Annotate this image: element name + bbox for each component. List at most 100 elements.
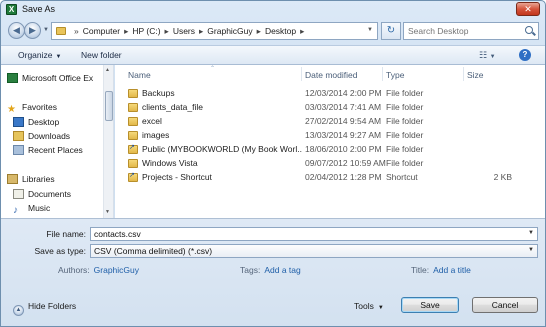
column-header-size[interactable]: Size xyxy=(467,65,484,83)
scroll-down-icon[interactable]: ▼ xyxy=(105,209,110,215)
file-date: 02/04/2012 1:28 PM xyxy=(305,172,382,182)
breadcrumb-drive[interactable]: HP (C:) xyxy=(132,26,160,36)
filename-input[interactable] xyxy=(91,228,521,240)
back-button[interactable]: ◀ xyxy=(8,22,25,39)
search-icon[interactable] xyxy=(525,26,533,34)
nav-item-label: Libraries xyxy=(22,174,55,184)
navigation-scrollbar[interactable]: ▲ ▼ xyxy=(103,65,113,218)
file-date: 09/07/2012 10:59 AM xyxy=(305,158,386,168)
file-type: Shortcut xyxy=(386,172,418,182)
file-row[interactable]: Projects - Shortcut 02/04/2012 1:28 PM S… xyxy=(115,171,545,185)
filename-combobox[interactable]: ▼ xyxy=(90,227,538,241)
column-header-type[interactable]: Type xyxy=(386,65,404,83)
folder-icon xyxy=(56,27,66,35)
file-name: Public (MYBOOKWORLD (My Book Worl... xyxy=(142,144,302,154)
help-button[interactable]: ? xyxy=(519,49,531,61)
folder-icon xyxy=(128,131,138,140)
file-name: excel xyxy=(142,116,162,126)
hide-folders-label: Hide Folders xyxy=(28,301,77,311)
view-list-icon: ☷ xyxy=(479,50,488,60)
nav-item-label: Music xyxy=(28,203,51,213)
file-list: ⌃ Name Date modified Type Size Backups 1… xyxy=(115,65,545,218)
nav-item-music[interactable]: ♪ Music xyxy=(13,203,51,216)
new-folder-button[interactable]: New folder xyxy=(81,50,122,60)
file-date: 13/03/2014 9:27 AM xyxy=(305,130,382,140)
tags-value[interactable]: Add a tag xyxy=(264,265,300,275)
scrollbar-thumb[interactable] xyxy=(105,91,113,121)
breadcrumb: » Computer ▸ HP (C:) ▸ Users ▸ GraphicGuy ▸ Deskt… xyxy=(70,26,308,37)
breadcrumb-user[interactable]: GraphicGuy xyxy=(207,26,252,36)
chevron-down-icon[interactable]: ▼ xyxy=(528,247,534,253)
nav-item-documents[interactable]: Documents xyxy=(13,189,71,199)
title-value[interactable]: Add a title xyxy=(433,265,471,275)
file-type: File folder xyxy=(386,158,424,168)
documents-icon xyxy=(13,189,24,199)
column-divider[interactable] xyxy=(463,67,464,81)
command-toolbar: Organize ▼ New folder ☷ ▼ ? xyxy=(1,45,545,65)
chevron-right-icon[interactable]: ▸ xyxy=(257,26,261,36)
save-button[interactable]: Save xyxy=(401,297,459,313)
file-date: 12/03/2014 2:00 PM xyxy=(305,88,382,98)
file-name: Windows Vista xyxy=(142,158,198,168)
chevron-right-icon[interactable]: ▸ xyxy=(300,26,304,36)
breadcrumb-computer[interactable]: Computer xyxy=(83,26,120,36)
file-type: File folder xyxy=(386,102,424,112)
folder-icon xyxy=(128,89,138,98)
refresh-button[interactable]: ↻ xyxy=(381,22,401,40)
chevron-down-icon[interactable]: ▼ xyxy=(528,230,534,236)
column-divider[interactable] xyxy=(382,67,383,81)
title-label: Title: xyxy=(411,265,430,275)
file-row[interactable]: clients_data_file 03/03/2014 7:41 AM Fil… xyxy=(115,101,545,115)
file-type: File folder xyxy=(386,130,424,140)
nav-item-label: Desktop xyxy=(28,117,60,127)
save-as-dialog: X Save As ✕ ◀ ▶ ▼ » Computer ▸ HP (C:) ▸ User… xyxy=(0,0,546,327)
close-button[interactable]: ✕ xyxy=(516,2,540,16)
file-row[interactable]: images 13/03/2014 9:27 AM File folder xyxy=(115,129,545,143)
search-input[interactable] xyxy=(404,23,522,39)
nav-item-downloads[interactable]: Downloads xyxy=(13,131,70,141)
hide-folders-button[interactable]: ▲ Hide Folders xyxy=(13,301,76,316)
file-row[interactable]: excel 27/02/2014 9:54 AM File folder xyxy=(115,115,545,129)
excel-app-icon: X xyxy=(6,4,17,15)
column-divider[interactable] xyxy=(301,67,302,81)
chevron-right-icon[interactable]: ▸ xyxy=(165,26,169,36)
window-title: Save As xyxy=(22,4,56,14)
search-box[interactable] xyxy=(403,22,539,40)
savetype-label: Save as type: xyxy=(34,246,86,256)
tools-menu[interactable]: Tools ▼ xyxy=(354,301,384,311)
column-header-name[interactable]: Name xyxy=(128,65,151,83)
scroll-up-icon[interactable]: ▲ xyxy=(105,67,110,73)
navigation-pane: Microsoft Office Ex ★ Favorites Desktop D… xyxy=(1,65,114,218)
nav-item-recent-places[interactable]: Recent Places xyxy=(13,145,83,155)
file-row[interactable]: Public (MYBOOKWORLD (My Book Worl... 18/… xyxy=(115,143,545,157)
nav-item-office[interactable]: Microsoft Office Ex xyxy=(7,73,93,83)
file-date: 18/06/2010 2:00 PM xyxy=(305,144,382,154)
tools-label: Tools xyxy=(354,301,374,311)
breadcrumb-desktop[interactable]: Desktop xyxy=(265,26,296,36)
desktop-icon xyxy=(13,117,24,127)
change-view-button[interactable]: ☷ ▼ xyxy=(479,50,496,61)
nav-item-libraries[interactable]: Libraries xyxy=(7,174,55,184)
breadcrumb-users[interactable]: Users xyxy=(173,26,195,36)
nav-item-label: Documents xyxy=(28,189,71,199)
shortcut-icon xyxy=(128,171,138,182)
file-row[interactable]: Windows Vista 09/07/2012 10:59 AM File f… xyxy=(115,157,545,171)
recent-places-icon xyxy=(13,145,24,155)
organize-menu[interactable]: Organize ▼ xyxy=(18,50,61,60)
chevron-right-icon[interactable]: ▸ xyxy=(199,26,203,36)
forward-button[interactable]: ▶ xyxy=(24,22,41,39)
savetype-select[interactable]: CSV (Comma delimited) (*.csv) ▼ xyxy=(90,244,538,258)
chevron-right-icon[interactable]: ▸ xyxy=(124,26,128,36)
star-icon: ★ xyxy=(7,104,16,115)
file-row[interactable]: Backups 12/03/2014 2:00 PM File folder xyxy=(115,87,545,101)
nav-item-desktop[interactable]: Desktop xyxy=(13,117,59,127)
chevron-up-icon: ▲ xyxy=(13,305,24,316)
column-header-date[interactable]: Date modified xyxy=(305,65,357,83)
cancel-button[interactable]: Cancel xyxy=(472,297,538,313)
recent-locations-dropdown[interactable]: ▼ xyxy=(43,27,49,33)
address-bar[interactable]: » Computer ▸ HP (C:) ▸ Users ▸ GraphicGuy ▸ Deskt… xyxy=(51,22,378,40)
authors-value[interactable]: GraphicGuy xyxy=(94,265,139,275)
network-folder-icon xyxy=(128,143,138,154)
chevron-down-icon[interactable]: ▼ xyxy=(367,27,373,33)
nav-item-favorites[interactable]: ★ Favorites xyxy=(7,102,57,115)
